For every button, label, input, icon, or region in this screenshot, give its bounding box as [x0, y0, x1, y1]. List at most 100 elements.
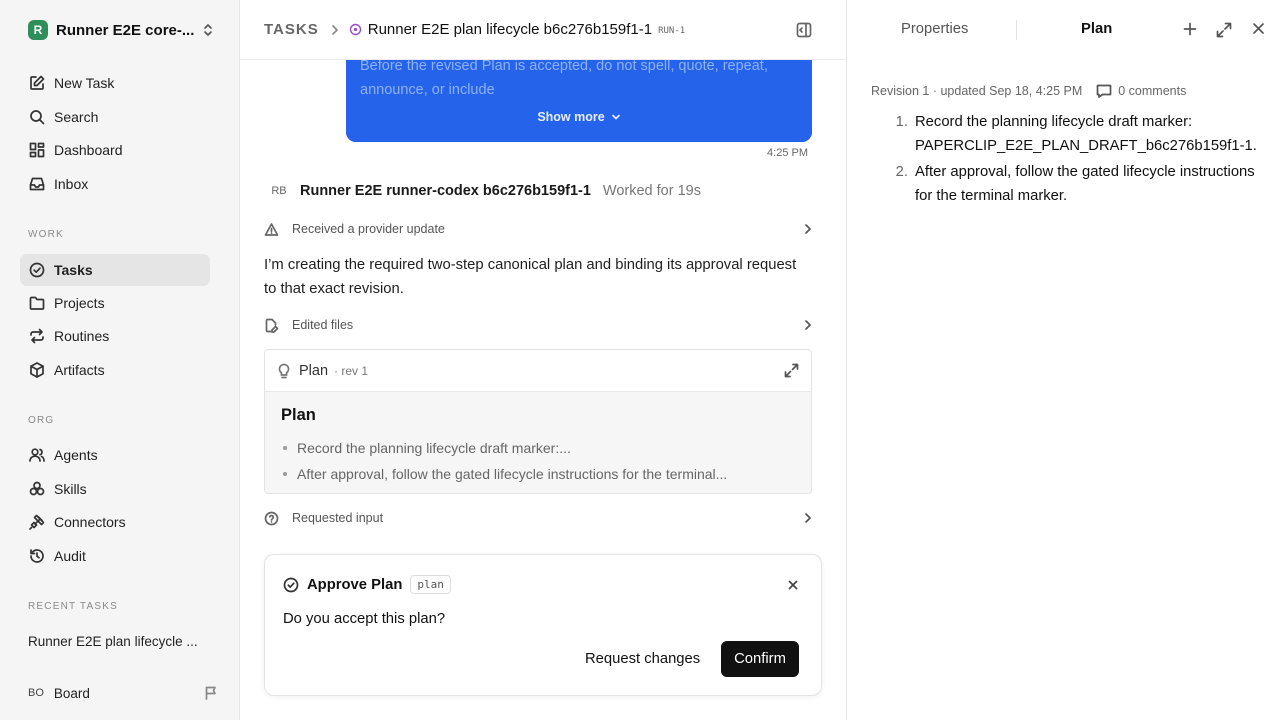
plus-icon[interactable] [1183, 22, 1197, 36]
chevron-up-down-icon [202, 23, 216, 37]
plan-heading: Plan [281, 406, 316, 424]
nav-connectors[interactable]: Connectors [20, 506, 210, 538]
user-message-bubble: Before the revised Plan is accepted, do … [346, 60, 812, 142]
nav-label: Projects [54, 295, 105, 311]
nav-routines[interactable]: Routines [20, 320, 210, 352]
nav-label: Search [54, 109, 99, 125]
folder-icon [28, 294, 46, 312]
nav-audit[interactable]: Audit [20, 540, 210, 572]
box-icon [28, 361, 46, 379]
right-panel: Properties Plan Revision 1 · updated Sep… [846, 0, 1280, 720]
nav-label: Inbox [54, 176, 89, 192]
approval-tag: plan [410, 575, 451, 594]
revision-text: Revision 1 · updated Sep 18, 4:25 PM [871, 84, 1083, 98]
plan-card-label: Plan [299, 362, 329, 379]
workspace-switcher[interactable]: R Runner E2E core-... [20, 14, 216, 46]
plan-preview-list: Record the planning lifecycle draft mark… [281, 435, 795, 487]
panel-toggle-icon[interactable] [796, 22, 812, 38]
plan-preview-item: Record the planning lifecycle draft mark… [281, 435, 795, 461]
expand-icon[interactable] [784, 363, 799, 378]
plan-step: 2. After approval, follow the gated life… [871, 160, 1263, 208]
comments-count[interactable]: 0 comments [1118, 84, 1186, 98]
nav-label: Audit [54, 548, 86, 564]
event-label: Received a provider update [292, 222, 445, 236]
revision-info: Revision 1 · updated Sep 18, 4:25 PM 0 c… [871, 84, 1186, 98]
event-provider-update[interactable]: Received a provider update [264, 217, 812, 241]
page-title: Runner E2E plan lifecycle b6c276b159f1-1 [367, 21, 653, 38]
right-panel-tabs: Properties Plan [847, 0, 1280, 60]
nav-label: Dashboard [54, 142, 123, 158]
edit-icon [28, 74, 46, 92]
nav-label: Routines [54, 328, 110, 344]
nav-label: Agents [54, 447, 98, 463]
plan-steps: 1. Record the planning lifecycle draft m… [871, 110, 1263, 210]
search-icon [28, 108, 46, 126]
step-text: Record the planning lifecycle draft mark… [915, 114, 1257, 154]
user-menu[interactable]: BO Board [28, 682, 218, 704]
nav-new-task[interactable]: New Task [20, 67, 210, 99]
plan-card-rev: · rev 1 [334, 363, 369, 378]
nav-agents[interactable]: Agents [20, 439, 210, 471]
tab-properties[interactable]: Properties [901, 21, 968, 37]
approval-header: Approve Plan plan [283, 575, 451, 594]
event-edited-files[interactable]: Edited files [264, 313, 812, 337]
nav-artifacts[interactable]: Artifacts [20, 354, 210, 386]
avatar: BO [28, 687, 44, 699]
flag-icon[interactable] [204, 686, 218, 700]
main-content: Before the revised Plan is accepted, do … [240, 0, 846, 720]
help-circle-icon [264, 511, 280, 526]
tab-plan[interactable]: Plan [1081, 21, 1112, 37]
plan-card[interactable]: Plan · rev 1 Plan Record the planning li… [264, 349, 812, 494]
chevron-right-icon [804, 512, 812, 524]
check-circle-icon [28, 261, 46, 279]
show-more-button[interactable]: Show more [346, 110, 812, 124]
close-icon[interactable] [787, 579, 799, 591]
nav-projects[interactable]: Projects [20, 287, 210, 319]
agent-message: I’m creating the required two-step canon… [264, 257, 797, 297]
chevron-down-icon [605, 112, 621, 122]
nav-dashboard[interactable]: Dashboard [20, 134, 210, 166]
plan-card-body: Plan Record the planning lifecycle draft… [265, 392, 811, 493]
plan-step: 1. Record the planning lifecycle draft m… [871, 110, 1263, 158]
skills-icon [28, 480, 46, 498]
plan-card-header: Plan · rev 1 [265, 350, 811, 392]
history-icon [28, 547, 46, 565]
nav-label: Connectors [54, 514, 126, 530]
request-changes-button[interactable]: Request changes [585, 641, 700, 677]
workspace-logo: R [28, 20, 48, 40]
confirm-button[interactable]: Confirm [721, 641, 799, 677]
approval-card: Approve Plan plan Do you accept this pla… [264, 554, 822, 696]
warning-icon [264, 222, 280, 237]
nav-inbox[interactable]: Inbox [20, 168, 210, 200]
comment-icon [1096, 84, 1112, 98]
nav-skills[interactable]: Skills [20, 473, 210, 505]
run-badge: RUN-1 [658, 26, 686, 36]
nav-search[interactable]: Search [20, 101, 210, 133]
nav-label: Artifacts [54, 362, 105, 378]
users-icon [28, 446, 46, 464]
event-requested-input[interactable]: Requested input [264, 506, 812, 530]
plan-preview-item: After approval, follow the gated lifecyc… [281, 461, 795, 487]
event-label: Edited files [292, 318, 354, 332]
file-edit-icon [264, 318, 280, 333]
sidebar: R Runner E2E core-... New Task Search Da… [0, 0, 240, 720]
close-icon[interactable] [1252, 22, 1265, 35]
section-title-work: WORK [28, 229, 64, 240]
plug-icon [28, 513, 46, 531]
nav-label: Tasks [54, 262, 93, 278]
message-timestamp: 4:25 PM [767, 147, 808, 159]
recent-task-item[interactable]: Runner E2E plan lifecycle ... [28, 634, 208, 649]
agent-header: RB Runner E2E runner-codex b6c276b159f1-… [268, 183, 701, 199]
nav-tasks[interactable]: Tasks [20, 254, 210, 286]
step-number: 2. [895, 164, 908, 180]
breadcrumb-root[interactable]: TASKS [264, 21, 319, 38]
lightbulb-icon [277, 363, 291, 379]
user-name: Board [53, 685, 90, 701]
agent-duration: Worked for 19s [602, 183, 701, 199]
step-number: 1. [895, 114, 908, 130]
expand-icon[interactable] [1216, 22, 1232, 38]
section-title-recent: RECENT TASKS [28, 601, 118, 612]
status-circle-icon [349, 23, 362, 36]
tab-divider [1016, 20, 1017, 40]
workspace-name: Runner E2E core-... [56, 21, 195, 39]
